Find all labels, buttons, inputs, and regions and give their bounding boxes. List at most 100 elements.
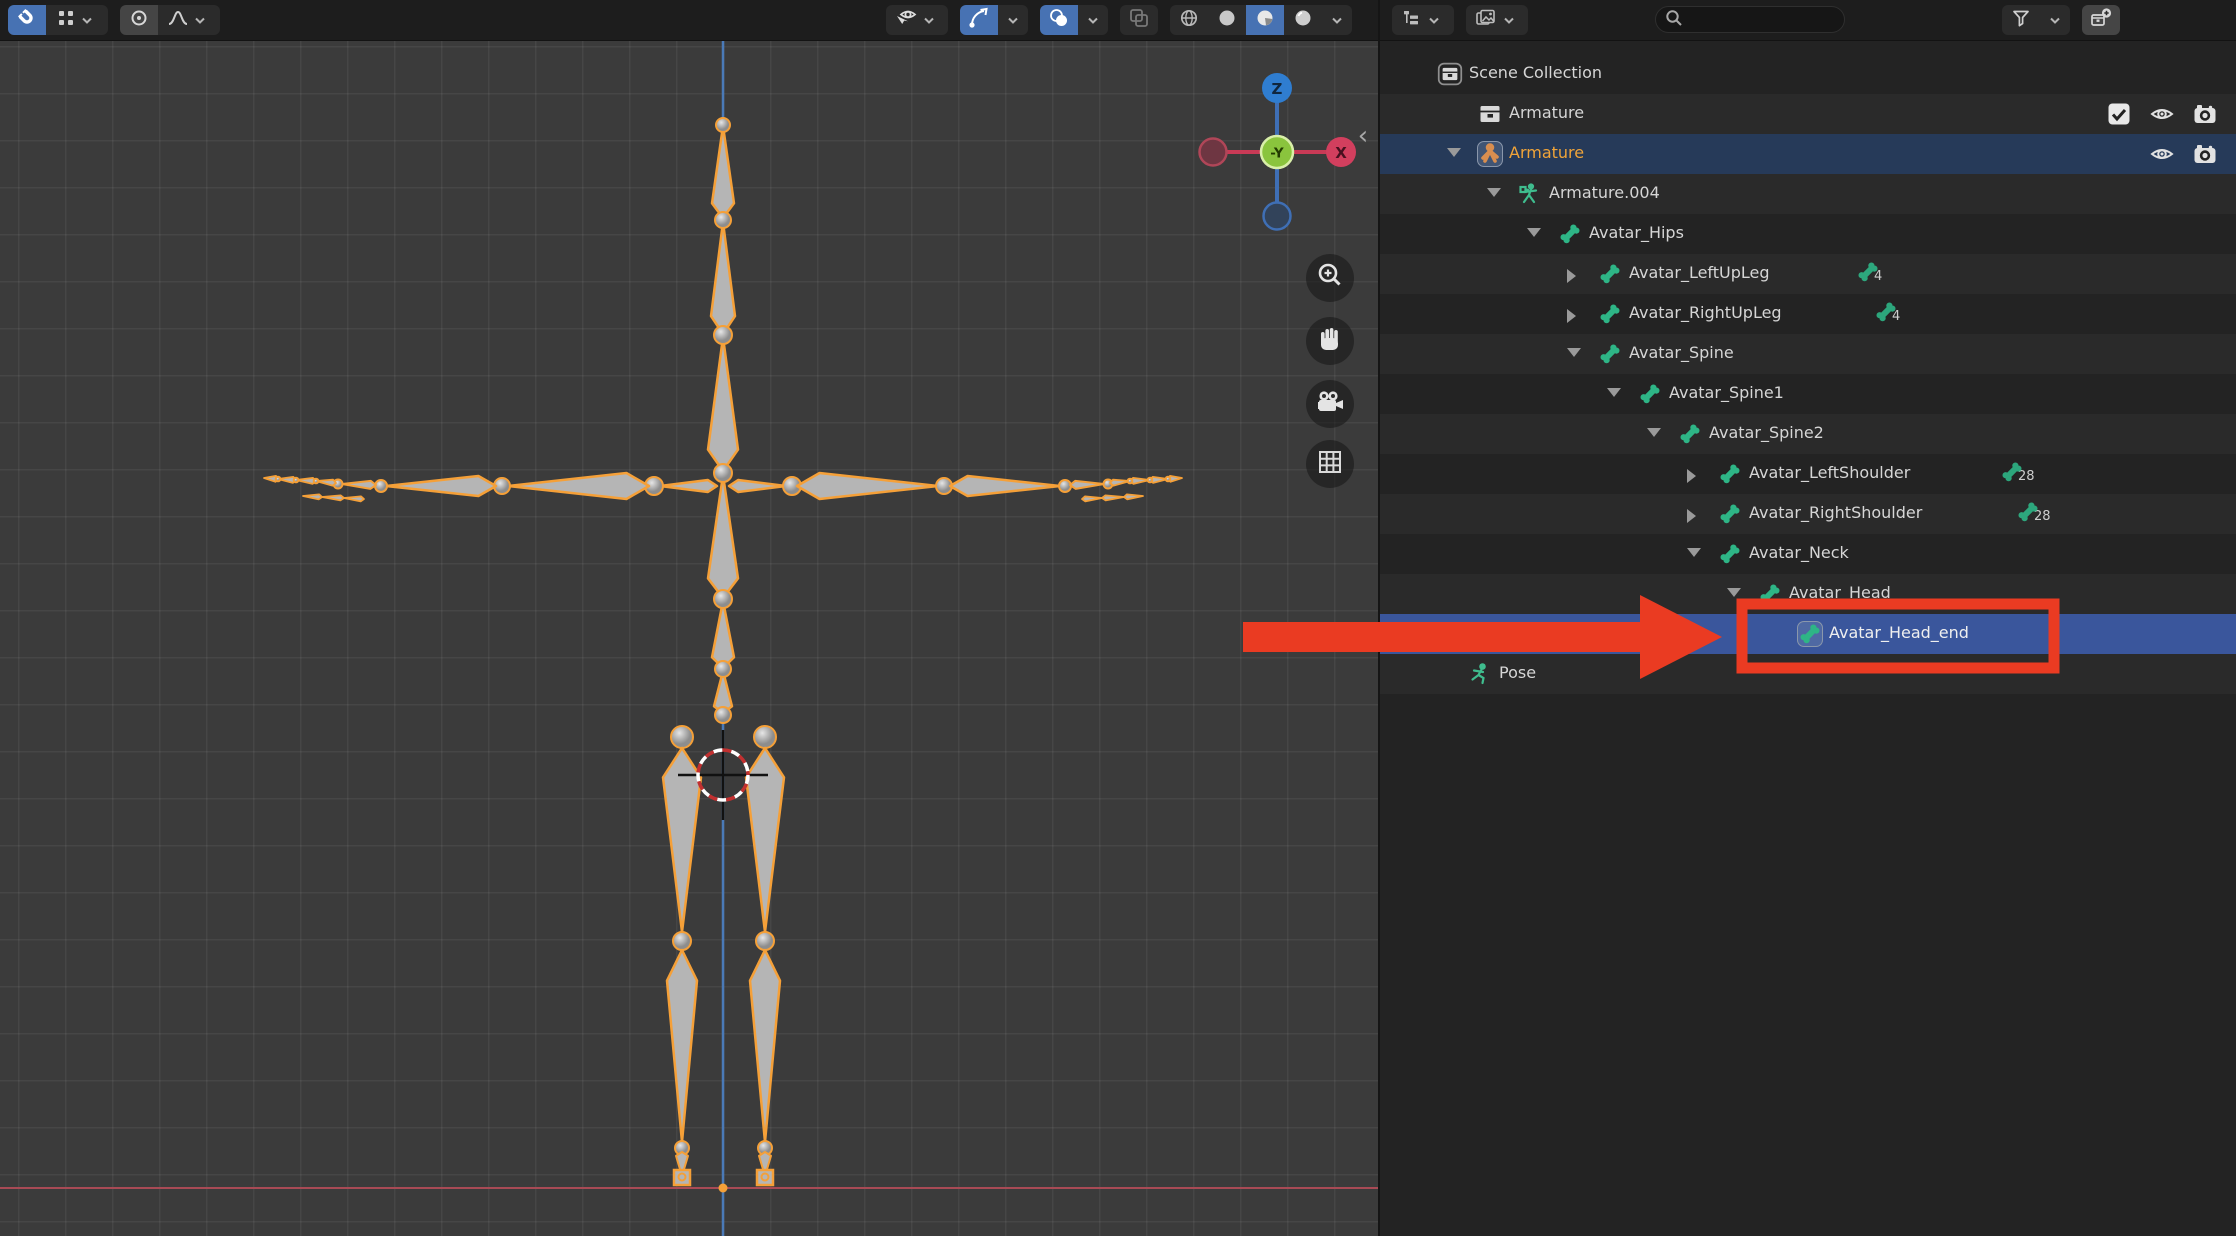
row-label: Avatar_Spine1 xyxy=(1669,383,1784,402)
viewport-3d[interactable]: Z X -Y ‹ xyxy=(0,40,1378,1236)
outliner-row-armature[interactable]: Armature xyxy=(1380,94,2236,134)
collapse-triangle-icon[interactable] xyxy=(1647,428,1661,437)
camera-view-button[interactable] xyxy=(1306,380,1354,428)
outliner-row-avatar-head-end[interactable]: Avatar_Head_end xyxy=(1380,614,2236,654)
pan-tool-button[interactable] xyxy=(1306,317,1354,365)
row-label: Armature xyxy=(1509,143,1584,162)
bone-icon xyxy=(1856,260,1878,282)
ortho-grid-button[interactable] xyxy=(1306,440,1354,488)
outliner-search[interactable] xyxy=(1655,6,1845,33)
collection-icon xyxy=(1477,101,1503,127)
collapse-triangle-icon[interactable] xyxy=(1727,588,1741,597)
outliner-row-avatar-leftupleg[interactable]: Avatar_LeftUpLeg4 xyxy=(1380,254,2236,294)
expand-triangle-icon[interactable] xyxy=(1567,269,1576,283)
row-label: Armature.004 xyxy=(1549,183,1660,202)
bone-icon xyxy=(1597,261,1623,287)
expand-triangle-icon[interactable] xyxy=(1687,509,1696,523)
proportional-edit-button[interactable] xyxy=(120,5,158,35)
collapse-triangle-icon[interactable] xyxy=(1607,388,1621,397)
editor-type-button[interactable] xyxy=(1392,5,1454,35)
search-icon xyxy=(1664,8,1684,32)
outliner-row-armature-004[interactable]: Armature.004 xyxy=(1380,174,2236,214)
display-mode-button[interactable] xyxy=(1466,5,1528,35)
collapse-triangle-icon[interactable] xyxy=(1687,548,1701,557)
bone-icon xyxy=(1637,381,1663,407)
snap-magnet-button[interactable] xyxy=(8,5,46,35)
pose-icon xyxy=(1467,661,1493,687)
search-input[interactable] xyxy=(1684,11,1828,29)
svg-text:Z: Z xyxy=(1272,80,1283,98)
outliner-panel: Scene Collection Armature Armature Armature… xyxy=(1380,0,2236,1236)
bone-count-badge: 4 xyxy=(1874,300,1900,322)
shading-options-button[interactable] xyxy=(1322,5,1352,35)
snap-options-button[interactable] xyxy=(46,5,108,35)
overlays-options-button[interactable] xyxy=(1078,5,1108,35)
armature-drawing: Z X -Y xyxy=(0,40,1378,1236)
dots4-icon xyxy=(56,8,76,32)
camera-toggle-icon[interactable] xyxy=(2192,141,2218,167)
outliner-row-avatar-spine[interactable]: Avatar_Spine xyxy=(1380,334,2236,374)
svg-text:X: X xyxy=(1335,144,1347,162)
imgstack-icon xyxy=(1474,8,1498,32)
outliner-row-armature[interactable]: Armature xyxy=(1380,134,2236,174)
outliner-row-avatar-hips[interactable]: Avatar_Hips xyxy=(1380,214,2236,254)
checkbox-toggle-icon[interactable] xyxy=(2106,101,2132,127)
outliner-row-avatar-rightshoulder[interactable]: Avatar_RightShoulder28 xyxy=(1380,494,2236,534)
bone-icon xyxy=(1717,541,1743,567)
viewport-toolbar-right xyxy=(886,5,1364,35)
outliner-row-avatar-neck[interactable]: Avatar_Neck xyxy=(1380,534,2236,574)
outliner-row-avatar-spine2[interactable]: Avatar_Spine2 xyxy=(1380,414,2236,454)
chevron-down-icon xyxy=(1082,13,1104,27)
chevron-down-icon xyxy=(918,13,940,27)
bone-icon xyxy=(1597,301,1623,327)
outliner-toolbar xyxy=(1392,5,1540,35)
row-label: Avatar_LeftUpLeg xyxy=(1629,263,1770,282)
gizmos-options-button[interactable] xyxy=(998,5,1028,35)
treelist-icon xyxy=(1401,8,1423,32)
outliner-row-avatar-spine1[interactable]: Avatar_Spine1 xyxy=(1380,374,2236,414)
row-label: Avatar_RightShoulder xyxy=(1749,503,1922,522)
collapse-triangle-icon[interactable] xyxy=(1447,148,1461,157)
outliner-row-pose[interactable]: Pose xyxy=(1380,654,2236,694)
camera-toggle-icon[interactable] xyxy=(2192,101,2218,127)
chevron-down-icon xyxy=(1326,13,1348,27)
row-label: Pose xyxy=(1499,663,1536,682)
outliner-row-avatar-head[interactable]: Avatar_Head xyxy=(1380,574,2236,614)
overlays-button[interactable] xyxy=(1040,5,1078,35)
shading-rendered-button[interactable] xyxy=(1284,5,1322,35)
outliner-row-avatar-rightupleg[interactable]: Avatar_RightUpLeg 4 xyxy=(1380,294,2236,334)
show-hide-button[interactable] xyxy=(886,5,948,35)
circledot-icon xyxy=(129,8,149,32)
shading-material-button[interactable] xyxy=(1246,5,1284,35)
gizmos-button[interactable] xyxy=(960,5,998,35)
row-label: Scene Collection xyxy=(1469,63,1602,82)
chevron-down-icon xyxy=(1498,13,1520,27)
toggle-xray-button[interactable] xyxy=(1120,5,1158,35)
sidebar-collapse-icon[interactable]: ‹ xyxy=(1350,116,1376,156)
zoom-tool-button[interactable] xyxy=(1306,254,1354,302)
shading-wireframe-button[interactable] xyxy=(1170,5,1208,35)
collapse-triangle-icon[interactable] xyxy=(1487,188,1501,197)
sph-mat-icon xyxy=(1255,8,1275,32)
proportional-falloff-button[interactable] xyxy=(158,5,220,35)
row-label: Avatar_RightUpLeg xyxy=(1629,303,1782,322)
expand-triangle-icon[interactable] xyxy=(1567,309,1576,323)
hand-icon xyxy=(1315,324,1345,358)
svg-text:-Y: -Y xyxy=(1270,146,1284,162)
viewport-toolbar-left xyxy=(8,5,232,35)
expand-triangle-icon[interactable] xyxy=(1687,469,1696,483)
new-collection-button[interactable] xyxy=(2082,5,2120,35)
shading-solid-button[interactable] xyxy=(1208,5,1246,35)
eye-toggle-icon[interactable] xyxy=(2149,141,2175,167)
sph-wire-icon xyxy=(1179,8,1199,32)
collapse-triangle-icon[interactable] xyxy=(1527,228,1541,237)
panel-splitter[interactable] xyxy=(1378,0,1380,1236)
collapse-triangle-icon[interactable] xyxy=(1567,348,1581,357)
sph-rend-icon xyxy=(1293,8,1313,32)
camera-icon xyxy=(1314,388,1346,420)
outliner-row-scene-collection[interactable]: Scene Collection xyxy=(1380,54,2236,94)
filter-button[interactable] xyxy=(2002,5,2070,35)
outliner-row-avatar-leftshoulder[interactable]: Avatar_LeftShoulder28 xyxy=(1380,454,2236,494)
eye-toggle-icon[interactable] xyxy=(2149,101,2175,127)
blender-window: { "viewport": { "header_left": [ {"name"… xyxy=(0,0,2236,1236)
